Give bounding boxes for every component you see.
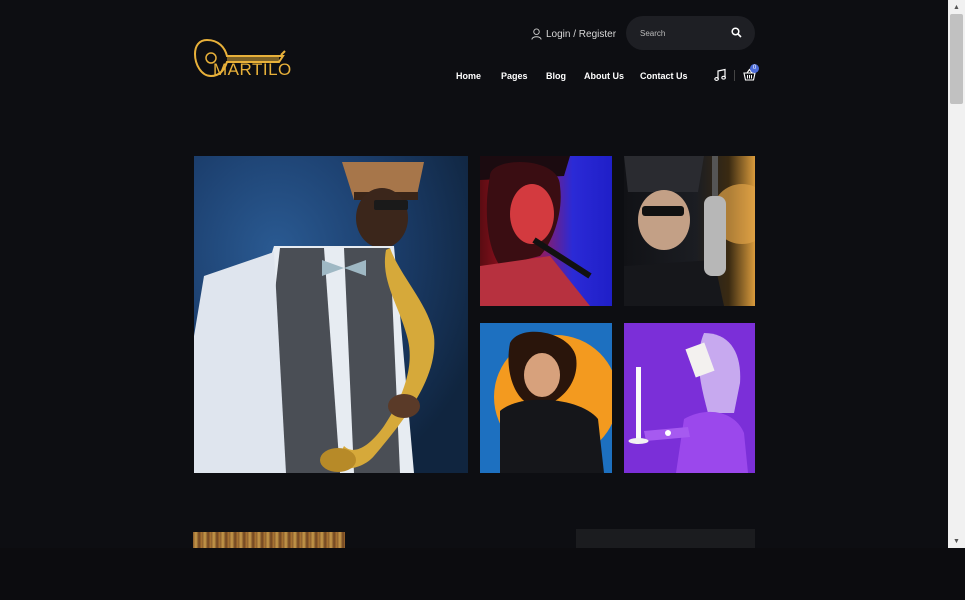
search-icon[interactable] <box>731 27 742 38</box>
search-box <box>626 16 755 50</box>
search-input[interactable] <box>640 25 720 41</box>
scrollbar-thumb[interactable] <box>950 14 963 104</box>
login-register-label: Login / Register <box>546 28 617 40</box>
gallery-image-purple-figure-candle[interactable] <box>624 323 755 473</box>
studio-mic-illustration <box>624 156 755 306</box>
music-note-icon[interactable] <box>713 68 727 82</box>
bottom-area <box>0 548 965 600</box>
singer-red-illustration <box>480 156 592 306</box>
gallery-image-woman-orange-circle[interactable] <box>480 323 612 473</box>
gallery-image-singer-red-blue[interactable] <box>480 156 612 306</box>
scroll-down-arrow-icon[interactable]: ▼ <box>948 534 965 548</box>
gallery-image-singer-studio-mic[interactable] <box>624 156 755 306</box>
logo-text: MARTILO <box>213 60 292 79</box>
purple-candle-illustration <box>628 333 748 473</box>
nav-divider <box>734 70 735 81</box>
page: MARTILO Login / Register Home Pages Blog… <box>0 0 948 548</box>
login-register-link[interactable]: Login / Register <box>531 26 616 42</box>
nav-about-us[interactable]: About Us <box>584 71 624 81</box>
saxophone-player-illustration <box>194 162 435 473</box>
woman-orange-illustration <box>494 331 612 473</box>
nav-home[interactable]: Home <box>456 71 481 81</box>
scroll-up-arrow-icon[interactable]: ▲ <box>948 0 965 14</box>
concert-crowd-image[interactable] <box>193 532 345 548</box>
gallery-image-saxophone-player[interactable] <box>194 156 468 473</box>
content-panel <box>576 529 755 548</box>
site-logo[interactable]: MARTILO <box>193 36 291 82</box>
nav-contact-us[interactable]: Contact Us <box>640 71 688 81</box>
page-scrollbar[interactable]: ▲ ▼ <box>948 0 965 548</box>
nav-blog[interactable]: Blog <box>546 71 566 81</box>
nav-pages[interactable]: Pages <box>501 71 528 81</box>
cart-count-badge: 0 <box>750 64 759 73</box>
user-icon <box>531 28 542 40</box>
